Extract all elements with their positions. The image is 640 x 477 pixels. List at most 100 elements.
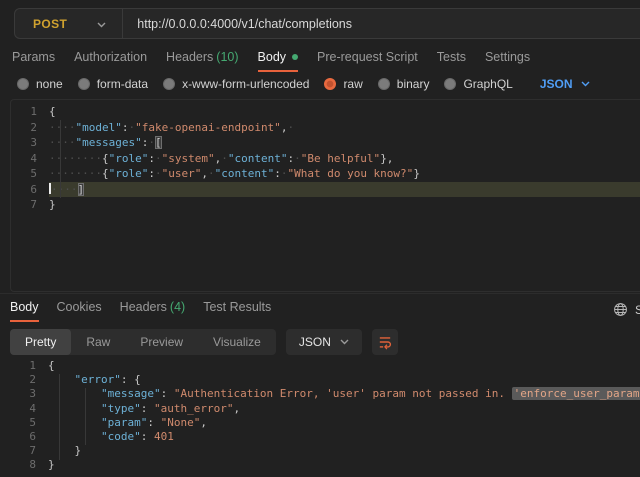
radio-icon	[163, 78, 175, 90]
indent-guide	[59, 374, 60, 460]
tab-label: Tests	[437, 50, 466, 64]
response-tab-test-results[interactable]: Test Results	[203, 300, 271, 322]
line-number: 6	[10, 430, 48, 444]
tab-headers[interactable]: Headers(10)	[166, 50, 238, 72]
line-number: 7	[11, 197, 49, 213]
url-input[interactable]: http://0.0.0.0:4000/v1/chat/completions	[123, 17, 352, 31]
radio-label: none	[36, 77, 63, 91]
line-number: 3	[10, 387, 48, 401]
status-text-clipped: S	[635, 303, 640, 317]
radio-label: x-www-form-urlencoded	[182, 77, 309, 91]
line-content: ····"messages":·[	[49, 135, 640, 151]
response-language-label: JSON	[299, 335, 331, 349]
line-number: 8	[10, 458, 48, 472]
code-line: 5 "param": "None",	[10, 416, 640, 430]
request-body-editor[interactable]: 1{2····"model":·"fake-openai-endpoint",·…	[10, 99, 640, 292]
tab-label: Authorization	[74, 50, 147, 64]
chevron-down-icon	[340, 339, 349, 345]
body-type-row: none form-data x-www-form-urlencoded raw bin…	[17, 77, 590, 91]
response-body-viewer[interactable]: 1{2 "error": {3 "message": "Authenticati…	[10, 356, 640, 474]
line-content: "code": 401	[48, 430, 640, 444]
body-type-raw[interactable]: raw	[324, 77, 362, 91]
view-pretty[interactable]: Pretty	[10, 329, 71, 355]
line-number: 4	[10, 402, 48, 416]
code-line: 6····]	[11, 182, 640, 198]
raw-language-dropdown[interactable]: JSON	[540, 77, 590, 91]
radio-icon	[78, 78, 90, 90]
tab-pre-request-script[interactable]: Pre-request Script	[317, 50, 418, 72]
indent-guide	[85, 388, 86, 445]
line-content: }	[48, 444, 640, 458]
line-content: "param": "None",	[48, 416, 640, 430]
line-content: {	[48, 359, 640, 373]
view-raw[interactable]: Raw	[71, 329, 125, 355]
globe-icon[interactable]	[613, 302, 628, 317]
line-content: "error": {	[48, 373, 640, 387]
tab-tests[interactable]: Tests	[437, 50, 466, 72]
line-content: {	[49, 104, 640, 120]
radio-icon	[324, 78, 336, 90]
wrap-text-icon	[377, 334, 393, 350]
code-line: 3····"messages":·[	[11, 135, 640, 151]
response-header-actions: S	[613, 302, 640, 317]
body-type-x-www-form-urlencoded[interactable]: x-www-form-urlencoded	[163, 77, 309, 91]
line-number: 5	[10, 416, 48, 430]
radio-label: binary	[397, 77, 430, 91]
line-content: }	[49, 197, 640, 213]
section-divider	[0, 293, 640, 294]
request-tabs: Params Authorization Headers(10) Body Pre-re…	[12, 50, 530, 72]
view-preview[interactable]: Preview	[125, 329, 198, 355]
body-type-none[interactable]: none	[17, 77, 63, 91]
body-type-form-data[interactable]: form-data	[78, 77, 148, 91]
view-visualize[interactable]: Visualize	[198, 329, 276, 355]
line-number: 6	[11, 182, 49, 198]
radio-label: form-data	[97, 77, 148, 91]
radio-icon	[17, 78, 29, 90]
response-toolbar: PrettyRawPreviewVisualize JSON	[10, 329, 398, 355]
line-content: ········{"role":·"system",·"content":·"B…	[49, 151, 640, 167]
response-tab-headers[interactable]: Headers(4)	[120, 300, 186, 322]
wrap-text-button[interactable]	[372, 329, 398, 355]
line-content: ····"model":·"fake-openai-endpoint",·	[49, 120, 640, 136]
code-line: 7 }	[10, 444, 640, 458]
radio-label: GraphQL	[463, 77, 512, 91]
response-tab-cookies[interactable]: Cookies	[57, 300, 102, 322]
radio-icon	[444, 78, 456, 90]
line-content: }	[48, 458, 640, 472]
line-number: 2	[11, 120, 49, 136]
line-content: ····]	[49, 182, 640, 198]
tab-count: (4)	[170, 300, 185, 314]
chevron-down-icon[interactable]	[97, 22, 106, 28]
tab-label: Cookies	[57, 300, 102, 314]
response-language-dropdown[interactable]: JSON	[286, 329, 362, 355]
raw-language-label: JSON	[540, 77, 573, 91]
line-number: 3	[11, 135, 49, 151]
code-line: 8}	[10, 458, 640, 472]
response-tab-body[interactable]: Body	[10, 300, 39, 322]
line-number: 2	[10, 373, 48, 387]
tab-authorization[interactable]: Authorization	[74, 50, 147, 72]
line-content: ········{"role":·"user",·"content":·"Wha…	[49, 166, 640, 182]
tab-label: Headers	[120, 300, 167, 314]
tab-label: Test Results	[203, 300, 271, 314]
tab-body[interactable]: Body	[258, 50, 299, 72]
radio-icon	[378, 78, 390, 90]
selected-text: 'enforce_user_param'=True"	[512, 387, 640, 400]
body-type-binary[interactable]: binary	[378, 77, 430, 91]
body-type-graphql[interactable]: GraphQL	[444, 77, 512, 91]
tab-count: (10)	[216, 50, 238, 64]
indent-guide	[60, 120, 61, 198]
method-selector[interactable]: POST	[15, 17, 67, 31]
line-number: 4	[11, 151, 49, 167]
request-url-bar: POST http://0.0.0.0:4000/v1/chat/complet…	[14, 8, 640, 39]
tab-params[interactable]: Params	[12, 50, 55, 72]
chevron-down-icon	[581, 81, 590, 87]
tab-label: Params	[12, 50, 55, 64]
tab-settings[interactable]: Settings	[485, 50, 530, 72]
code-line: 1{	[10, 359, 640, 373]
line-content: "type": "auth_error",	[48, 402, 640, 416]
radio-label: raw	[343, 77, 362, 91]
code-line: 2····"model":·"fake-openai-endpoint",·	[11, 120, 640, 136]
code-line: 7}	[11, 197, 640, 213]
code-line: 4········{"role":·"system",·"content":·"…	[11, 151, 640, 167]
